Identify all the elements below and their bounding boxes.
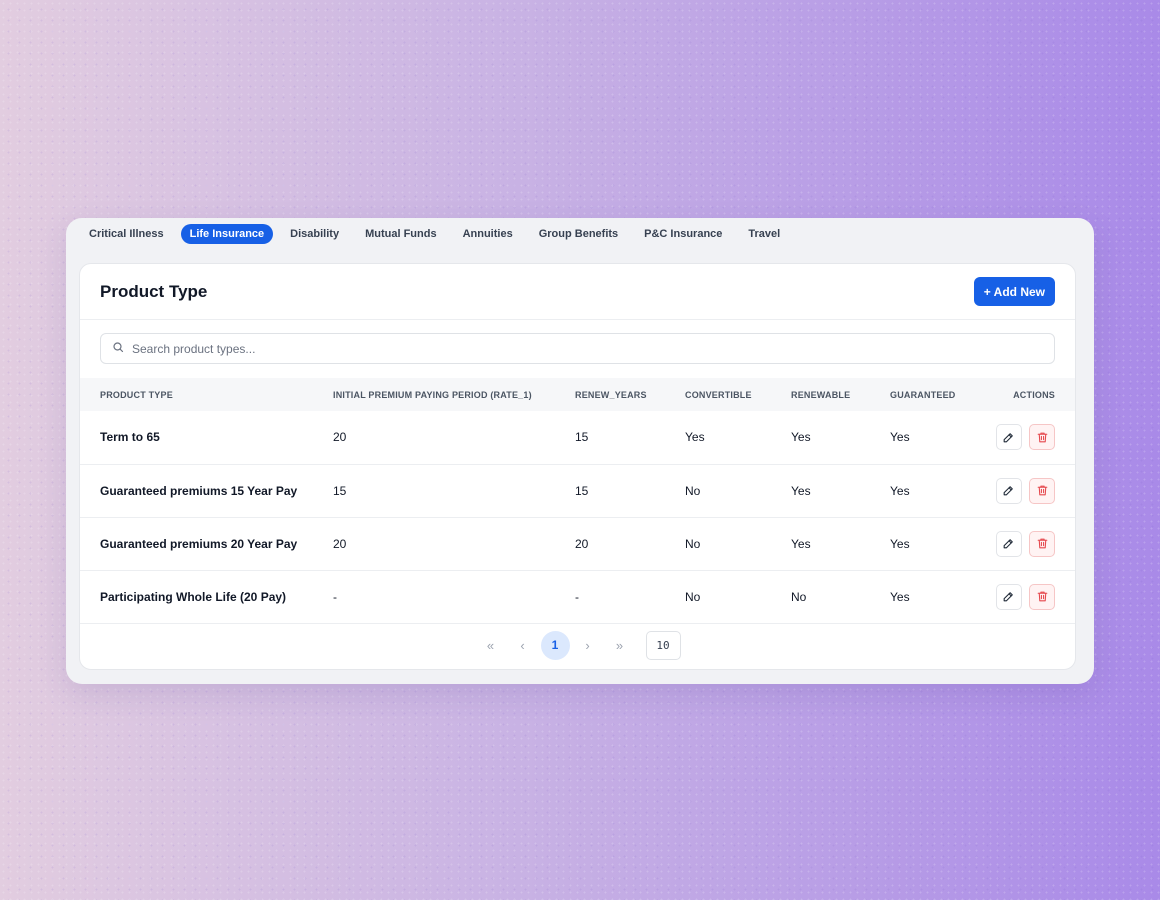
last-page-button[interactable]: »: [604, 638, 636, 653]
delete-button[interactable]: [1029, 583, 1055, 610]
col-actions: ACTIONS: [1013, 389, 1055, 400]
cell-actions: [985, 464, 1075, 517]
table-row[interactable]: Term to 65 20 15 Yes Yes Yes: [80, 411, 1075, 464]
tab-critical-illness[interactable]: Critical Illness: [80, 224, 173, 244]
tab-life-insurance[interactable]: Life Insurance: [180, 224, 274, 244]
cell-product-type: Participating Whole Life (20 Pay): [100, 589, 287, 604]
first-page-button[interactable]: «: [475, 638, 507, 653]
cell-renewable: Yes: [791, 536, 811, 551]
tab-group-benefits[interactable]: Group Benefits: [530, 224, 627, 244]
cell-renewable: No: [791, 589, 807, 604]
cell-initial-premium-period: 15: [333, 483, 347, 498]
page-size-select[interactable]: 10: [645, 630, 681, 660]
add-new-button[interactable]: + Add New: [973, 277, 1055, 306]
product-type-table: PRODUCT TYPE INITIAL PREMIUM PAYING PERI…: [80, 378, 1075, 624]
pencil-icon: [1003, 539, 1013, 549]
prev-page-button[interactable]: ‹: [507, 638, 539, 653]
cell-convertible: No: [685, 536, 701, 551]
table-row[interactable]: Guaranteed premiums 15 Year Pay 15 15 No…: [80, 464, 1075, 517]
cell-product-type: Term to 65: [100, 430, 160, 445]
table-header: PRODUCT TYPE INITIAL PREMIUM PAYING PERI…: [80, 378, 1075, 411]
pencil-icon: [1003, 592, 1013, 602]
tab-disability[interactable]: Disability: [281, 224, 348, 244]
cell-initial-premium-period: 20: [333, 536, 347, 551]
category-tabs: Critical Illness Life Insurance Disabili…: [80, 224, 797, 244]
product-type-card: Product Type + Add New Search product ty…: [79, 263, 1076, 670]
cell-renew-years: 15: [575, 483, 589, 498]
search-icon: [112, 340, 124, 358]
cell-renewable: Yes: [791, 430, 811, 445]
col-renew-years[interactable]: RENEW_YEARS: [575, 378, 685, 411]
tab-mutual-funds[interactable]: Mutual Funds: [356, 224, 446, 244]
delete-button[interactable]: [1029, 424, 1055, 451]
cell-product-type: Guaranteed premiums 15 Year Pay: [100, 483, 298, 498]
tab-pc-insurance[interactable]: P&C Insurance: [635, 224, 731, 244]
cell-convertible: No: [685, 589, 701, 604]
col-renewable[interactable]: RENEWABLE: [791, 378, 890, 411]
edit-button[interactable]: [995, 583, 1022, 610]
cell-renew-years: 15: [575, 430, 589, 445]
col-convertible[interactable]: CONVERTIBLE: [685, 378, 791, 411]
trash-icon: [1037, 485, 1047, 496]
cell-guaranteed: Yes: [890, 483, 910, 498]
delete-button[interactable]: [1029, 530, 1055, 557]
cell-convertible: Yes: [685, 430, 705, 445]
tab-travel[interactable]: Travel: [739, 224, 789, 244]
page-1-button[interactable]: 1: [540, 630, 570, 660]
edit-button[interactable]: [995, 424, 1022, 451]
trash-icon: [1037, 432, 1047, 443]
product-panel: Critical Illness Life Insurance Disabili…: [66, 218, 1094, 684]
trash-icon: [1037, 538, 1047, 549]
edit-button[interactable]: [995, 530, 1022, 557]
cell-initial-premium-period: -: [333, 589, 337, 604]
cell-guaranteed: Yes: [890, 536, 910, 551]
cell-actions: [985, 411, 1075, 464]
cell-renew-years: -: [575, 589, 579, 604]
search-input[interactable]: Search product types...: [100, 333, 1055, 364]
cell-actions: [985, 570, 1075, 623]
delete-button[interactable]: [1029, 477, 1055, 504]
next-page-button[interactable]: ›: [572, 638, 604, 653]
cell-actions: [985, 517, 1075, 570]
cell-guaranteed: Yes: [890, 589, 910, 604]
cell-initial-premium-period: 20: [333, 430, 347, 445]
cell-renew-years: 20: [575, 536, 589, 551]
pencil-icon: [1003, 432, 1013, 443]
page-title: Product Type: [100, 281, 208, 301]
cell-guaranteed: Yes: [890, 430, 910, 445]
search-bar: Search product types...: [80, 320, 1075, 378]
cell-renewable: Yes: [791, 483, 811, 498]
col-guaranteed[interactable]: GUARANTEED: [890, 378, 985, 411]
pagination: « ‹ 1 › » 10: [80, 630, 1075, 660]
search-placeholder: Search product types...: [132, 341, 256, 356]
card-header: Product Type + Add New: [80, 264, 1075, 320]
pencil-icon: [1003, 486, 1013, 496]
table-row[interactable]: Guaranteed premiums 20 Year Pay 20 20 No…: [80, 517, 1075, 570]
cell-product-type: Guaranteed premiums 20 Year Pay: [100, 536, 298, 551]
cell-convertible: No: [685, 483, 701, 498]
edit-button[interactable]: [995, 477, 1022, 504]
table-row[interactable]: Participating Whole Life (20 Pay) - - No…: [80, 570, 1075, 623]
trash-icon: [1037, 591, 1047, 602]
tab-annuities[interactable]: Annuities: [454, 224, 522, 244]
col-product-type[interactable]: PRODUCT TYPE: [80, 378, 333, 411]
col-initial-premium-period[interactable]: INITIAL PREMIUM PAYING PERIOD (RATE_1): [333, 378, 575, 411]
